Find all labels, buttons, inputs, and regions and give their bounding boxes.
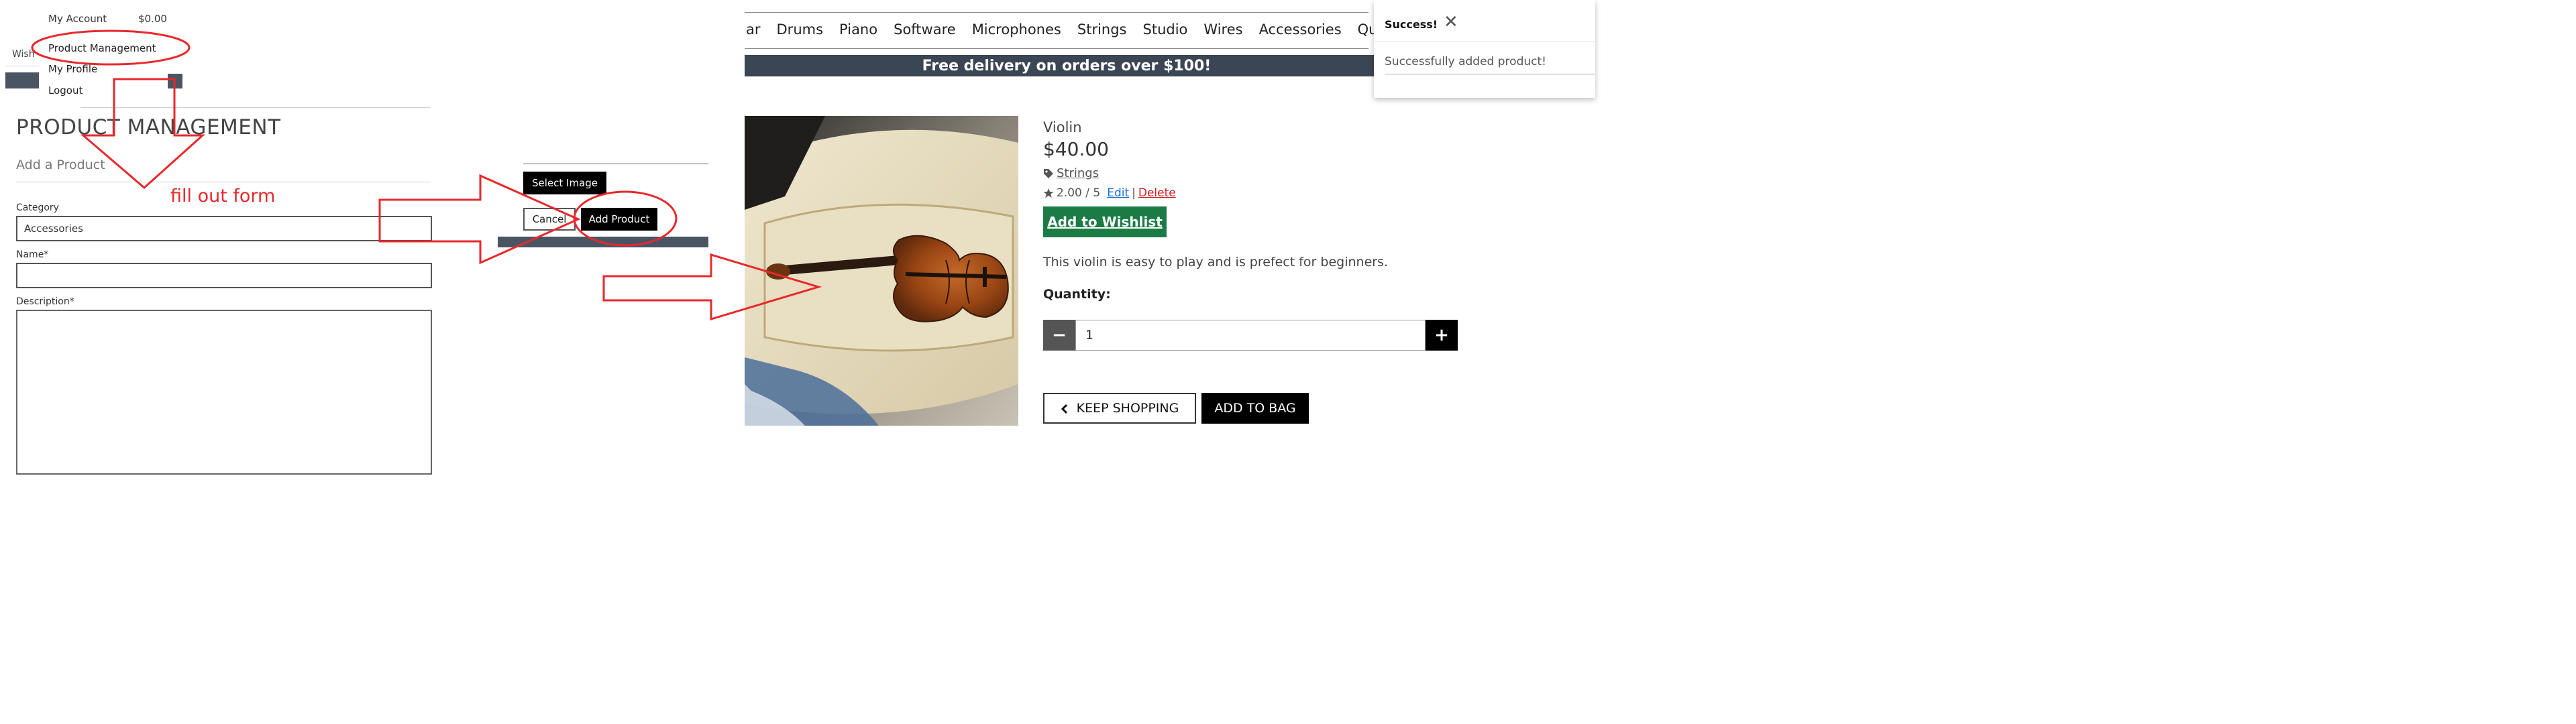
name-label: Name* bbox=[16, 249, 49, 260]
quantity-input[interactable]: 1 bbox=[1075, 320, 1426, 351]
name-field[interactable] bbox=[16, 263, 432, 288]
my-account-link[interactable]: My Account bbox=[48, 13, 107, 25]
category-select[interactable]: Accessories bbox=[16, 216, 432, 241]
wishlist-tab[interactable]: Wish bbox=[12, 49, 35, 60]
product-price: $40.00 bbox=[1043, 138, 1109, 160]
annotation-fill-out-form: fill out form bbox=[170, 186, 276, 206]
product-category-row: Strings bbox=[1043, 166, 1099, 180]
delivery-banner: Free delivery on orders over $100! bbox=[745, 55, 1389, 76]
nav-item-microphones[interactable]: Microphones bbox=[972, 21, 1061, 38]
category-label: Category bbox=[16, 202, 59, 213]
select-image-button[interactable]: Select Image bbox=[523, 172, 606, 194]
product-rating-row: 2.00 / 5 Edit | Delete bbox=[1043, 186, 1176, 200]
close-icon[interactable]: ✕ bbox=[1444, 13, 1458, 31]
bag-total[interactable]: $0.00 bbox=[138, 13, 167, 25]
product-image bbox=[745, 116, 1018, 426]
nav-top-line bbox=[745, 12, 1368, 13]
rating-value: 2.00 / 5 bbox=[1057, 186, 1101, 200]
toast-title: Success! bbox=[1385, 18, 1438, 31]
cancel-button[interactable]: Cancel bbox=[523, 208, 576, 231]
nav-bottom-line bbox=[745, 48, 1368, 49]
page-title: PRODUCT MANAGEMENT bbox=[16, 115, 281, 139]
description-label: Description* bbox=[16, 296, 74, 307]
bag-button[interactable] bbox=[168, 74, 182, 88]
toast-message: Successfully added product! bbox=[1385, 55, 1546, 68]
dropdown-item-product-management[interactable]: Product Management bbox=[48, 42, 156, 54]
product-description: This violin is easy to play and is prefe… bbox=[1043, 255, 1389, 269]
header-underline bbox=[80, 107, 431, 108]
nav-item-drums[interactable]: Drums bbox=[777, 21, 824, 38]
nav-item-wires[interactable]: Wires bbox=[1203, 21, 1242, 38]
nav-item-studio[interactable]: Studio bbox=[1143, 21, 1188, 38]
quantity-increment-button[interactable]: + bbox=[1426, 320, 1458, 351]
nav-item-accessories[interactable]: Accessories bbox=[1259, 21, 1342, 38]
link-separator: | bbox=[1132, 186, 1136, 200]
tag-icon bbox=[1043, 168, 1054, 179]
description-textarea[interactable] bbox=[16, 310, 432, 475]
chevron-left-icon bbox=[1061, 403, 1069, 414]
add-product-button[interactable]: Add Product bbox=[581, 208, 657, 231]
success-toast: Success! ✕ Successfully added product! bbox=[1374, 0, 1595, 98]
nav-toggle-button[interactable] bbox=[5, 72, 39, 88]
nav-item-software[interactable]: Software bbox=[894, 21, 956, 38]
shop-nav: ar Drums Piano Software Microphones Stri… bbox=[746, 21, 1428, 38]
add-to-wishlist-button[interactable]: Add to Wishlist bbox=[1043, 206, 1167, 237]
edit-product-link[interactable]: Edit bbox=[1107, 186, 1129, 200]
nav-item-piano[interactable]: Piano bbox=[839, 21, 877, 38]
page-subtitle: Add a Product bbox=[16, 158, 105, 172]
quantity-label: Quantity: bbox=[1043, 287, 1111, 302]
add-to-bag-button[interactable]: ADD TO BAG bbox=[1201, 393, 1309, 424]
dropdown-item-logout[interactable]: Logout bbox=[48, 84, 83, 97]
star-icon bbox=[1043, 188, 1054, 198]
product-category-link[interactable]: Strings bbox=[1057, 166, 1099, 180]
violin-photo bbox=[745, 116, 1018, 426]
keep-shopping-label: KEEP SHOPPING bbox=[1076, 401, 1179, 416]
keep-shopping-button[interactable]: KEEP SHOPPING bbox=[1043, 393, 1196, 424]
nav-item-strings[interactable]: Strings bbox=[1077, 21, 1127, 38]
delete-product-link[interactable]: Delete bbox=[1138, 186, 1176, 200]
quantity-decrement-button[interactable]: − bbox=[1043, 320, 1075, 351]
nav-item-guitar[interactable]: ar bbox=[746, 21, 761, 38]
product-name: Violin bbox=[1043, 119, 1082, 135]
form-footer-bar bbox=[498, 237, 708, 247]
dropdown-item-my-profile[interactable]: My Profile bbox=[48, 63, 97, 75]
